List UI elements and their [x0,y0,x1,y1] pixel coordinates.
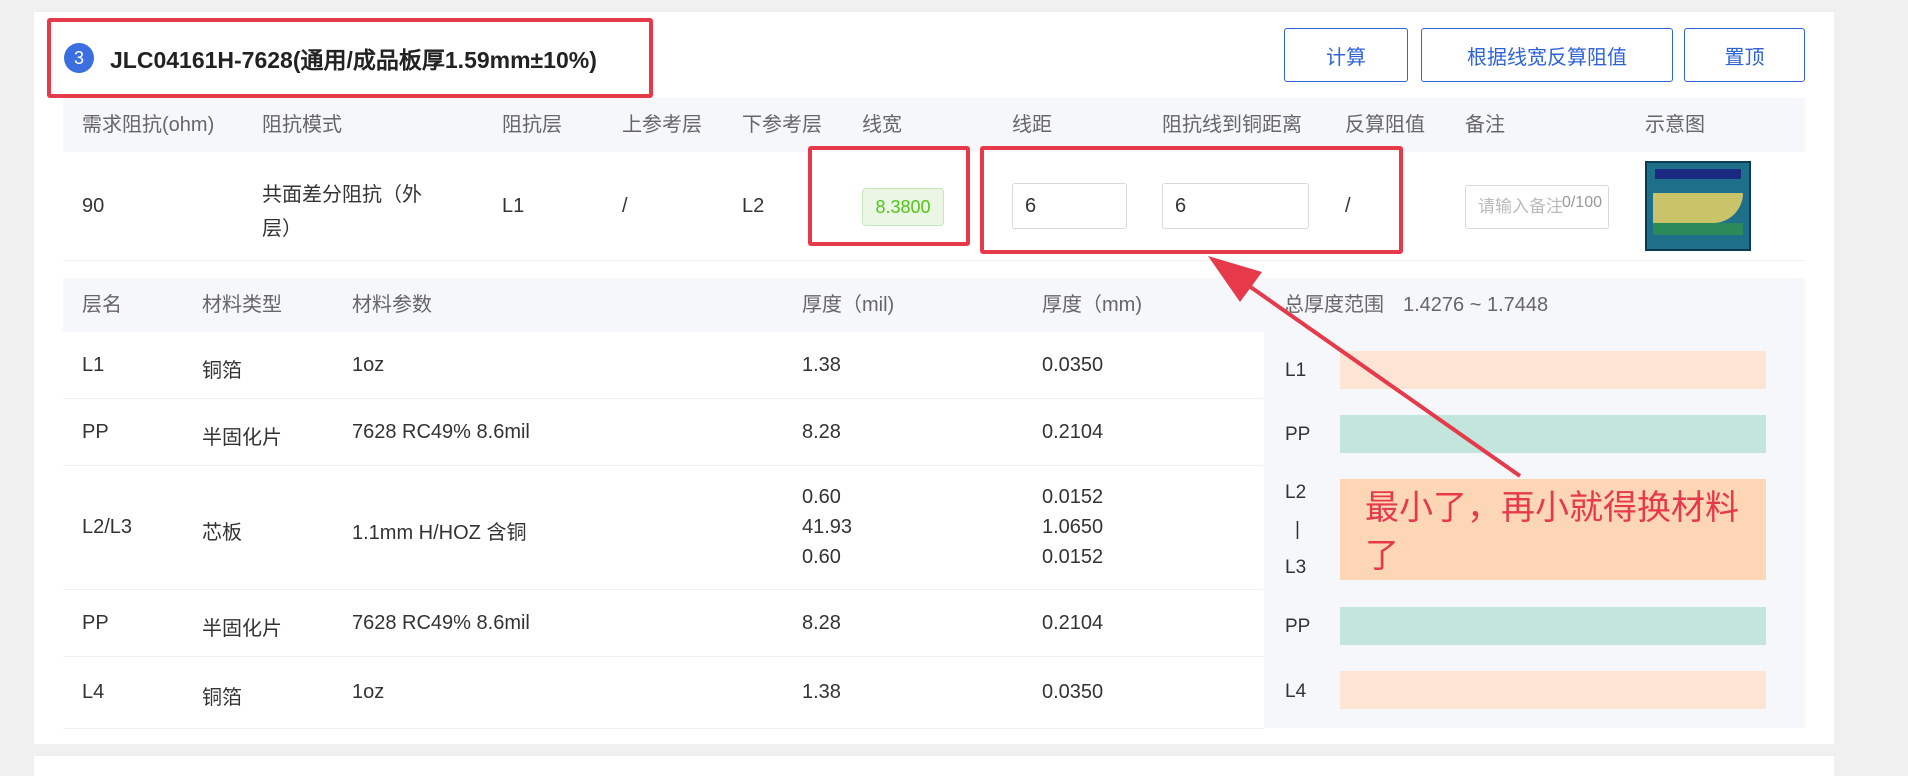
thickness-mm: 0.0350 [1042,681,1104,703]
table-row: L2/L3 芯板 1.1mm H/HOZ 含铜 0.60 41.93 0.60 … [63,466,1263,590]
thickness-mil: 0.60 [802,546,841,568]
impedance-table-header: 需求阻抗(ohm) 阻抗模式 阻抗层 上参考层 下参考层 线宽 线距 阻抗线到铜… [63,98,1805,152]
pin-top-button[interactable]: 置顶 [1684,28,1805,82]
layer-name: PP [82,612,109,634]
prepreg-bar-2 [1340,607,1766,645]
material-param: 7628 RC49% 8.6mil [352,612,530,634]
thickness-mm: 0.0152 [1042,546,1104,568]
col-ohm: 需求阻抗(ohm) [82,114,215,136]
next-card [34,756,1834,776]
thickness-mil: 1.38 [802,354,841,376]
upper-ref-value: / [622,195,628,217]
diagram-ground [1653,223,1743,235]
col-layer: 阻抗层 [502,114,562,136]
col-material-type: 材料类型 [202,294,282,316]
visual-label-l2: L2 [1285,482,1307,503]
layer-name: L2/L3 [82,516,133,538]
thickness-mil: 41.93 [802,516,853,538]
col-spacing: 线距 [1012,114,1052,136]
thickness-mil: 0.60 [802,486,841,508]
col-diagram: 示意图 [1645,114,1705,136]
copper-layer-l1-bar [1340,351,1766,389]
col-mode: 阻抗模式 [262,114,342,136]
annotation-text: 最小了，再小就得换材料了 [1365,489,1739,575]
stackup-table-header: 层名 材料类型 材料参数 厚度（mil) 厚度（mm) 总厚度范围 1.4276… [63,278,1805,332]
table-row: PP 半固化片 7628 RC49% 8.6mil 8.28 0.2104 [63,590,1263,657]
col-width: 线宽 [862,114,902,136]
material-type: 半固化片 [202,618,282,640]
thickness-mil: 8.28 [802,421,841,443]
visual-label-sep: | [1295,519,1300,540]
thickness-mm: 0.0152 [1042,486,1104,508]
spacing-highlight-box [980,146,1403,254]
reverse-calc-button[interactable]: 根据线宽反算阻值 [1421,28,1673,82]
layer-name: L4 [82,681,105,703]
col-reverse: 反算阻值 [1345,114,1425,136]
col-layer-name: 层名 [82,294,122,316]
table-row: L1 铜箔 1oz 1.38 0.0350 [63,332,1263,399]
thickness-mm: 0.0350 [1042,354,1104,376]
material-param: 1oz [352,681,385,703]
total-thickness-value: 1.4276 ~ 1.7448 [1403,294,1549,316]
col-upper-ref: 上参考层 [622,114,702,136]
calculate-button[interactable]: 计算 [1284,28,1408,82]
table-row: PP 半固化片 7628 RC49% 8.6mil 8.28 0.2104 [63,399,1263,466]
material-param: 1oz [352,354,385,376]
note-textarea[interactable]: 请输入备注 0/100 [1465,185,1609,229]
material-type: 半固化片 [202,427,282,449]
diagram-dielectric [1653,193,1743,223]
thickness-mm: 1.0650 [1042,516,1104,538]
copper-layer-l4-bar [1340,671,1766,709]
note-counter: 0/100 [1561,194,1602,212]
layer-name: PP [82,421,109,443]
impedance-diagram-thumbnail[interactable] [1645,161,1751,251]
visual-label-pp1: PP [1285,424,1311,445]
total-thickness-label: 总厚度范围 [1284,294,1384,316]
mode-value-line2: 层） [262,218,302,240]
visual-label-l1: L1 [1285,360,1307,381]
visual-label-l3: L3 [1285,557,1307,578]
table-row: L4 铜箔 1oz 1.38 0.0350 [63,657,1263,729]
ohm-value: 90 [82,195,105,217]
material-param: 7628 RC49% 8.6mil [352,421,530,443]
prepreg-bar-1 [1340,415,1766,453]
col-thickness-mil: 厚度（mil) [802,294,895,316]
col-thickness-mm: 厚度（mm) [1042,294,1142,316]
thickness-mm: 0.2104 [1042,421,1104,443]
lower-ref-value: L2 [742,195,765,217]
visual-label-l4: L4 [1285,681,1307,702]
mode-value-line1: 共面差分阻抗（外 [262,184,422,206]
width-highlight-box [808,146,970,246]
col-note: 备注 [1465,114,1505,136]
layer-value: L1 [502,195,525,217]
material-type: 铜箔 [202,360,242,382]
col-lower-ref: 下参考层 [742,114,822,136]
note-placeholder: 请输入备注 [1478,197,1563,216]
material-param: 1.1mm H/HOZ 含铜 [352,522,527,544]
col-material-param: 材料参数 [352,294,432,316]
material-type: 芯板 [202,522,242,544]
material-type: 铜箔 [202,687,242,709]
title-highlight-box [47,18,653,98]
thickness-mil: 1.38 [802,681,841,703]
layer-name: L1 [82,354,105,376]
thickness-mm: 0.2104 [1042,612,1104,634]
visual-label-pp2: PP [1285,616,1311,637]
thickness-mil: 8.28 [802,612,841,634]
diagram-title-strip [1655,169,1741,179]
col-to-copper: 阻抗线到铜距离 [1162,114,1302,136]
